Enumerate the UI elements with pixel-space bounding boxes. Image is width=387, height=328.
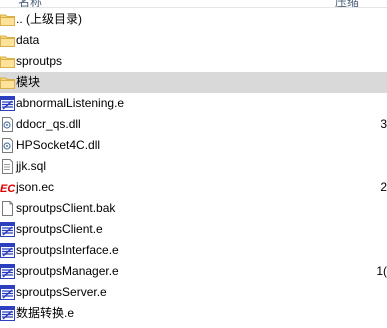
- file-row[interactable]: .. (上级目录): [0, 9, 387, 30]
- sql-file-icon: [0, 159, 15, 174]
- file-name: sproutps: [16, 54, 63, 68]
- file-row[interactable]: abnormalListening.e: [0, 93, 387, 114]
- e-source-file-icon: [0, 306, 15, 321]
- file-row[interactable]: ddocr_qs.dll 3: [0, 114, 387, 135]
- e-source-file-icon: [0, 222, 15, 237]
- file-name: 模块: [16, 75, 41, 89]
- blank-file-icon: [0, 201, 15, 216]
- file-name: .. (上级目录): [16, 12, 82, 26]
- file-list: .. (上级目录) data sproutps 模块 abnormalListening…: [0, 9, 387, 324]
- file-row[interactable]: data: [0, 30, 387, 51]
- file-row[interactable]: sproutps: [0, 51, 387, 72]
- file-name: abnormalListening.e: [16, 96, 125, 110]
- file-size: 3: [380, 117, 387, 131]
- file-row[interactable]: sproutpsClient.e: [0, 219, 387, 240]
- e-source-file-icon: [0, 243, 15, 258]
- svg-text:EC: EC: [0, 183, 15, 195]
- size-column-header[interactable]: 压缩: [335, 0, 359, 7]
- file-name: json.ec: [16, 180, 55, 194]
- file-name: sproutpsServer.e: [16, 285, 107, 299]
- file-name: data: [16, 33, 40, 47]
- file-row[interactable]: jjk.sql: [0, 156, 387, 177]
- file-row[interactable]: HPSocket4C.dll: [0, 135, 387, 156]
- file-name: sproutpsInterface.e: [16, 243, 119, 257]
- folder-icon: [0, 12, 15, 27]
- name-column-header[interactable]: 名称: [18, 0, 42, 7]
- e-source-file-icon: [0, 264, 15, 279]
- folder-icon: [0, 75, 15, 90]
- folder-icon: [0, 33, 15, 48]
- file-row[interactable]: 模块: [0, 72, 387, 93]
- ec-module-icon: EC: [0, 180, 16, 195]
- file-row[interactable]: sproutpsInterface.e: [0, 240, 387, 261]
- file-name: sproutpsManager.e: [16, 264, 119, 278]
- column-header: 名称 压缩: [0, 0, 387, 8]
- e-source-file-icon: [0, 285, 15, 300]
- file-name: ddocr_qs.dll: [16, 117, 81, 131]
- dll-file-icon: [0, 138, 15, 153]
- file-name: sproutpsClient.e: [16, 222, 103, 236]
- file-row[interactable]: sproutpsServer.e: [0, 282, 387, 303]
- dll-file-icon: [0, 117, 15, 132]
- file-name: jjk.sql: [16, 159, 47, 173]
- e-source-file-icon: [0, 96, 15, 111]
- file-row[interactable]: EC json.ec 2: [0, 177, 387, 198]
- file-name: HPSocket4C.dll: [16, 138, 101, 152]
- file-size: 2: [380, 180, 387, 194]
- file-row[interactable]: sproutpsManager.e 1(: [0, 261, 387, 282]
- file-row[interactable]: 数据转换.e: [0, 303, 387, 324]
- file-row[interactable]: sproutpsClient.bak: [0, 198, 387, 219]
- file-name: sproutpsClient.bak: [16, 201, 116, 215]
- file-name: 数据转换.e: [16, 306, 75, 320]
- folder-icon: [0, 54, 15, 69]
- file-size: 1(: [376, 264, 387, 278]
